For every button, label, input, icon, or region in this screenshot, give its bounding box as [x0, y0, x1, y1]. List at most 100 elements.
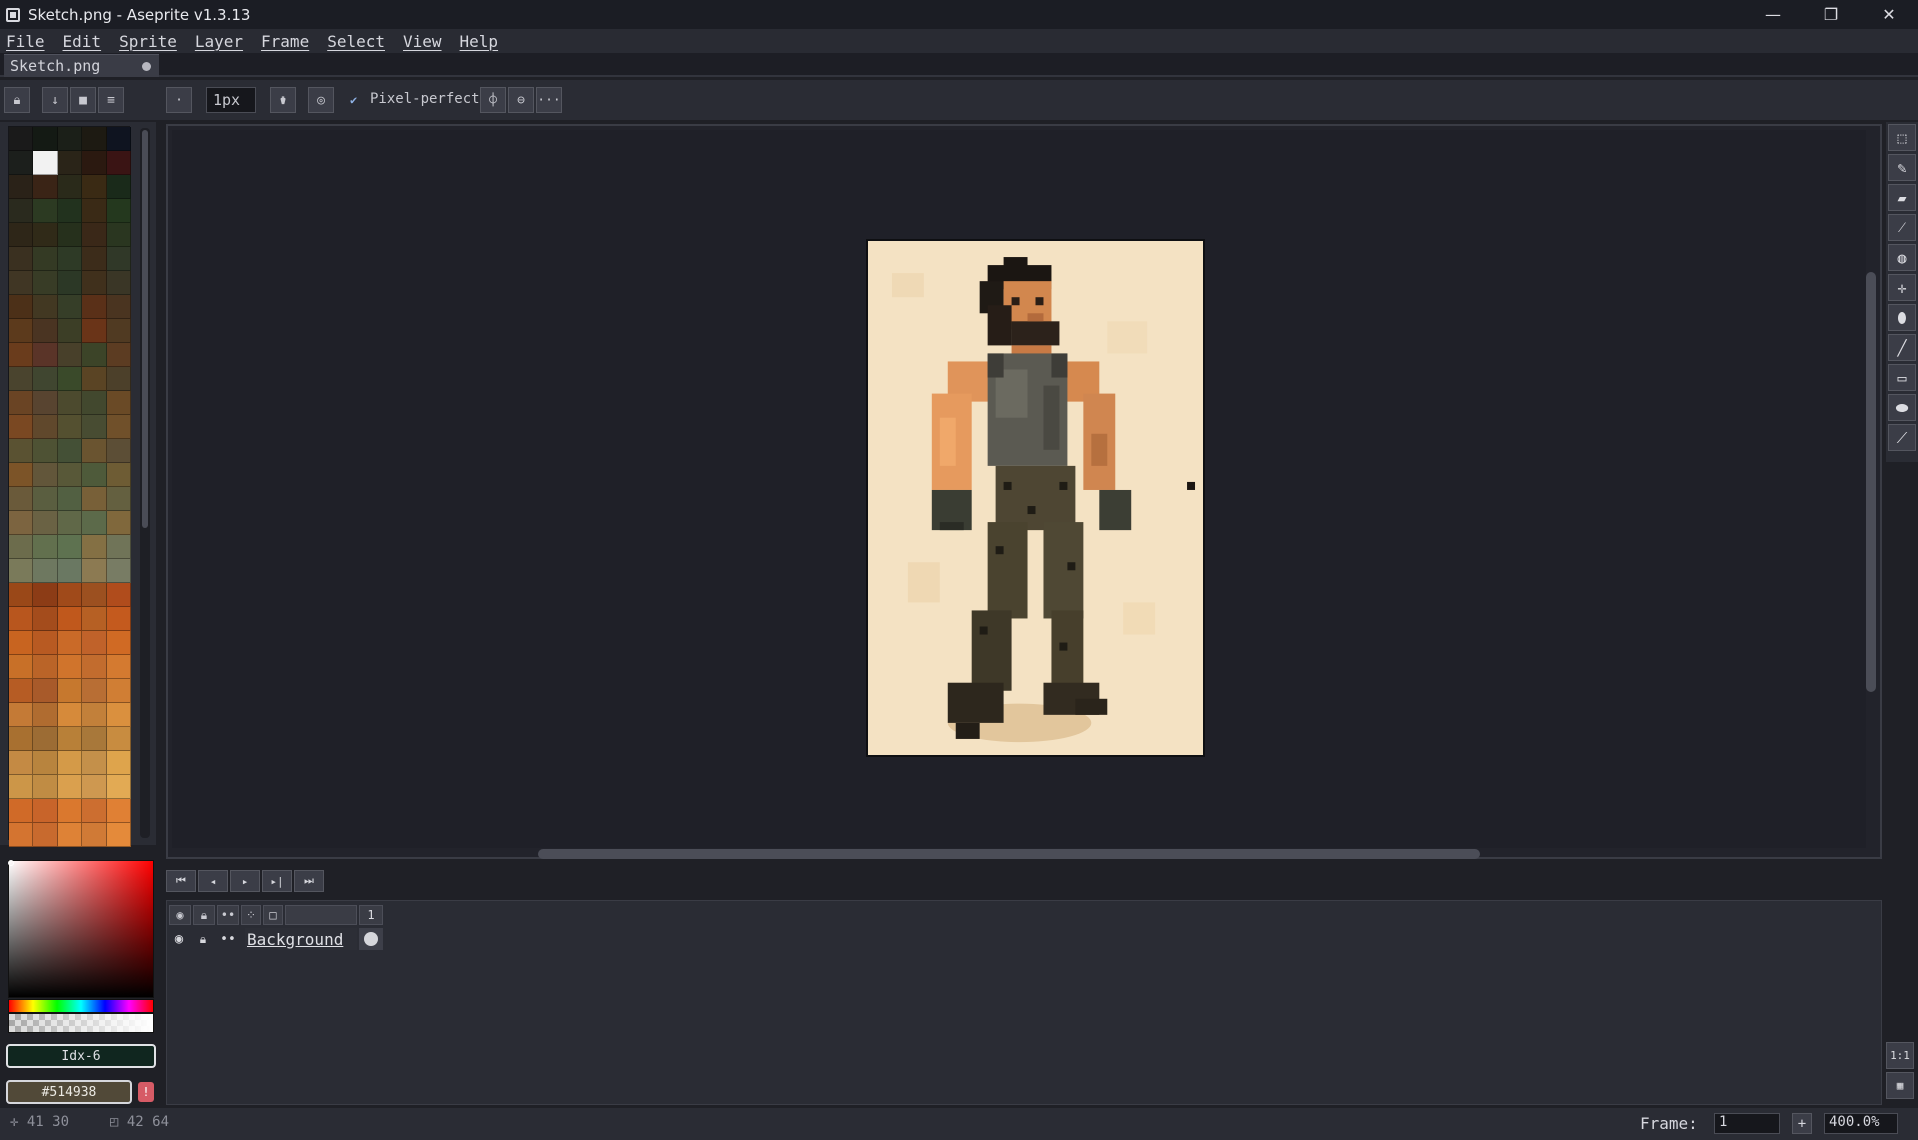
- symmetry-horizontal-icon[interactable]: ⊖: [508, 87, 534, 113]
- menu-view[interactable]: View: [403, 32, 442, 51]
- palette-swatch[interactable]: [82, 295, 107, 319]
- palette-swatch[interactable]: [57, 799, 83, 823]
- menu-edit[interactable]: Edit: [63, 32, 102, 51]
- palette-swatch[interactable]: [106, 559, 131, 583]
- palette-swatch[interactable]: [57, 583, 83, 607]
- palette-swatch[interactable]: [57, 607, 83, 631]
- eyedropper-icon[interactable]: ⁄: [1888, 214, 1916, 241]
- palette-swatch[interactable]: [82, 751, 107, 775]
- palette-swatch[interactable]: [33, 607, 58, 631]
- palette-swatch[interactable]: [9, 271, 34, 295]
- palette-swatch[interactable]: [33, 247, 58, 271]
- palette-swatch[interactable]: [9, 151, 34, 175]
- color-hex-field[interactable]: #514938: [6, 1080, 132, 1104]
- frame-input[interactable]: 1: [1714, 1113, 1780, 1134]
- palette-swatch[interactable]: [33, 415, 58, 439]
- palette-swatch[interactable]: [57, 319, 83, 343]
- palette-swatch[interactable]: [106, 199, 131, 223]
- brush-size-field[interactable]: 1px: [206, 87, 256, 113]
- color-picker-sv[interactable]: [8, 860, 154, 998]
- palette-swatch[interactable]: [9, 367, 34, 391]
- palette-swatch[interactable]: [9, 127, 34, 151]
- zoom-input[interactable]: 400.0%: [1824, 1113, 1898, 1134]
- next-frame-icon[interactable]: ▸|: [262, 870, 292, 892]
- palette-swatch[interactable]: [33, 127, 58, 151]
- palette-swatch[interactable]: [106, 535, 131, 559]
- ink-bottle-icon[interactable]: ⚱: [270, 87, 296, 113]
- palette-swatch[interactable]: [106, 607, 131, 631]
- palette-swatch[interactable]: [9, 559, 34, 583]
- pixel-perfect-checkbox[interactable]: ✔: [350, 94, 362, 106]
- palette-swatch[interactable]: [57, 511, 83, 535]
- eye-header-icon[interactable]: ◉: [169, 905, 191, 925]
- palette-swatch[interactable]: [106, 583, 131, 607]
- menu-frame[interactable]: Frame: [261, 32, 309, 51]
- paint-bucket-icon[interactable]: ⬮: [1888, 304, 1916, 331]
- palette-swatch[interactable]: [82, 631, 107, 655]
- palette-swatch[interactable]: [9, 487, 34, 511]
- palette-swatch[interactable]: [9, 703, 34, 727]
- palette-swatch[interactable]: [82, 823, 107, 847]
- palette-swatch[interactable]: [9, 535, 34, 559]
- palette-swatch[interactable]: [9, 295, 34, 319]
- palette-swatch[interactable]: [106, 799, 131, 823]
- palette-swatch[interactable]: [82, 463, 107, 487]
- layer-lock-icon[interactable]: 🔒︎: [191, 932, 215, 947]
- warning-icon[interactable]: !: [138, 1082, 154, 1102]
- palette-swatch[interactable]: [9, 439, 34, 463]
- palette-swatch[interactable]: [33, 271, 58, 295]
- palette-swatch[interactable]: [33, 367, 58, 391]
- palette-swatch[interactable]: [82, 247, 107, 271]
- palette-swatch[interactable]: [106, 487, 131, 511]
- palette-swatch[interactable]: [9, 391, 34, 415]
- palette-swatch[interactable]: [106, 511, 131, 535]
- palette-swatch[interactable]: [82, 559, 107, 583]
- palette-swatch[interactable]: [57, 463, 83, 487]
- palette-swatch[interactable]: [106, 343, 131, 367]
- palette-swatch[interactable]: [33, 391, 58, 415]
- palette-swatch[interactable]: [82, 223, 107, 247]
- actual-size-button[interactable]: 1:1: [1886, 1042, 1914, 1069]
- palette-swatch[interactable]: [9, 751, 34, 775]
- palette-swatch[interactable]: [57, 823, 83, 847]
- palette-swatch[interactable]: [106, 319, 131, 343]
- onion-skin-icon[interactable]: ⁘: [241, 905, 261, 925]
- palette-swatch[interactable]: [57, 559, 83, 583]
- continuous-header-icon[interactable]: ••: [217, 905, 239, 925]
- more-options-button[interactable]: ···: [536, 87, 562, 113]
- palette-swatch[interactable]: [106, 391, 131, 415]
- palette-swatch[interactable]: [82, 775, 107, 799]
- palette-swatch[interactable]: [33, 727, 58, 751]
- color-palette[interactable]: [8, 126, 131, 847]
- palette-swatch[interactable]: [9, 319, 34, 343]
- palette-swatch[interactable]: [9, 223, 34, 247]
- palette-swatch[interactable]: [33, 775, 58, 799]
- palette-swatch[interactable]: [82, 703, 107, 727]
- palette-swatch[interactable]: [9, 775, 34, 799]
- palette-swatch[interactable]: [9, 727, 34, 751]
- lock-icon[interactable]: 🔒︎: [4, 87, 30, 113]
- palette-swatch[interactable]: [82, 535, 107, 559]
- palette-swatch[interactable]: [82, 487, 107, 511]
- palette-swatch[interactable]: [106, 703, 131, 727]
- close-button[interactable]: ✕: [1860, 0, 1918, 29]
- palette-swatch[interactable]: [33, 175, 58, 199]
- palette-swatch[interactable]: [82, 511, 107, 535]
- palette-swatch[interactable]: [82, 127, 107, 151]
- layer-continuous-icon[interactable]: ••: [215, 932, 241, 947]
- palette-swatch[interactable]: [82, 319, 107, 343]
- color-index-field[interactable]: Idx-6: [6, 1044, 156, 1068]
- palette-swatch[interactable]: [9, 607, 34, 631]
- minimize-button[interactable]: —: [1744, 0, 1802, 29]
- palette-swatch[interactable]: [57, 175, 83, 199]
- palette-swatch[interactable]: [33, 199, 58, 223]
- palette-swatch[interactable]: [82, 679, 107, 703]
- palette-swatch[interactable]: [106, 271, 131, 295]
- palette-swatch[interactable]: [33, 151, 58, 175]
- palette-swatch[interactable]: [106, 367, 131, 391]
- palette-swatch[interactable]: [33, 463, 58, 487]
- maximize-button[interactable]: ❐: [1802, 0, 1860, 29]
- previous-frame-icon[interactable]: ◂: [198, 870, 228, 892]
- palette-scroll-thumb[interactable]: [142, 130, 148, 528]
- palette-swatch[interactable]: [106, 127, 131, 151]
